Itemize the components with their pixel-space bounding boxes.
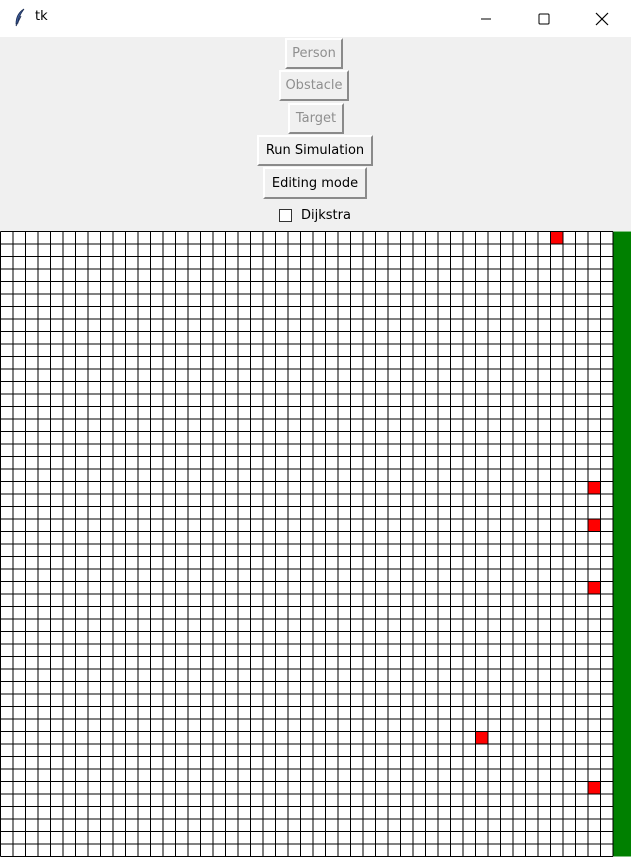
feather-icon [15, 8, 25, 27]
grid-canvas[interactable] [0, 231, 631, 857]
person-cell[interactable] [588, 581, 601, 595]
close-icon [595, 12, 609, 25]
obstacle-button-label: Obstacle [285, 78, 343, 93]
maximize-button[interactable] [515, 0, 573, 37]
grid-svg[interactable] [0, 231, 631, 857]
window-title: tk [35, 9, 48, 24]
person-cell[interactable] [588, 481, 601, 495]
person-button-label: Person [292, 46, 336, 61]
target-button-label: Target [295, 111, 337, 126]
editing-mode-button[interactable]: Editing mode [263, 167, 367, 199]
control-panel: Person Obstacle Target Run Simulation Ed… [0, 37, 631, 231]
dijkstra-checkbox[interactable] [279, 208, 292, 222]
target-button[interactable]: Target [288, 103, 344, 134]
run-simulation-label: Run Simulation [265, 143, 365, 158]
person-cell[interactable] [588, 781, 601, 795]
dijkstra-checkbox-row[interactable]: Dijkstra [279, 205, 351, 225]
person-cell[interactable] [550, 231, 564, 245]
person-button[interactable]: Person [285, 38, 343, 69]
title-bar: tk [0, 0, 631, 37]
minimize-button[interactable] [457, 0, 515, 37]
run-simulation-button[interactable]: Run Simulation [257, 135, 373, 166]
person-cell[interactable] [588, 519, 601, 532]
person-cell[interactable] [475, 731, 489, 745]
obstacle-button[interactable]: Obstacle [279, 70, 349, 101]
editing-mode-label: Editing mode [271, 175, 359, 191]
close-button[interactable] [573, 0, 631, 37]
maximize-icon [538, 13, 550, 24]
minimize-icon [481, 18, 491, 19]
target-column[interactable] [613, 231, 631, 857]
dijkstra-label: Dijkstra [301, 207, 351, 223]
